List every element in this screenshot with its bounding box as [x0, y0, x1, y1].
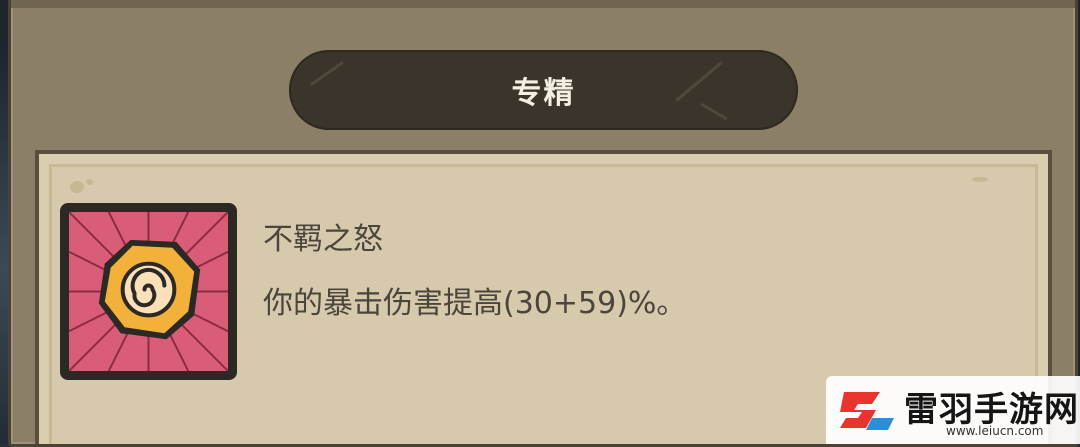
spiral-gem-icon: [69, 212, 228, 371]
crack-decoration: [700, 102, 728, 121]
header-banner: 专精: [289, 50, 798, 130]
crack-decoration: [675, 61, 723, 102]
speck-decoration: [86, 179, 93, 185]
skill-description: 你的暴击伤害提高(30+59)%。: [263, 286, 687, 321]
panel-title: 专精: [511, 76, 576, 111]
speck-decoration: [70, 181, 84, 193]
skill-name: 不羁之怒: [263, 222, 383, 257]
watermark-url: www.leiucn.com: [946, 424, 1044, 438]
site-logo-icon: [840, 392, 894, 430]
watermark: 雷羽手游网 www.leiucn.com: [826, 376, 1080, 444]
speck-decoration: [972, 177, 988, 182]
crack-decoration: [309, 60, 345, 87]
skill-icon-frame[interactable]: [60, 203, 237, 380]
